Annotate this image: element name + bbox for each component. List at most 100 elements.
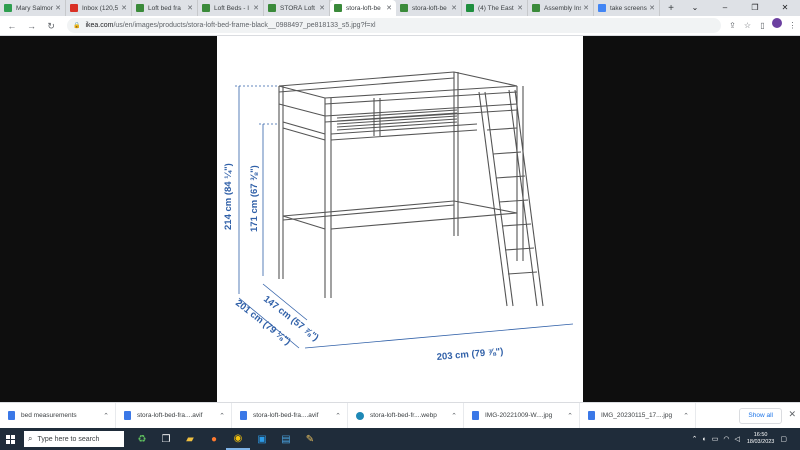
tab-0[interactable]: Mary Salmon ✕ bbox=[0, 0, 66, 16]
tab-2[interactable]: Loft bed fra ✕ bbox=[132, 0, 198, 16]
favicon-icon bbox=[4, 4, 12, 12]
tab-close-icon[interactable]: ✕ bbox=[386, 4, 392, 12]
search-placeholder: Type here to search bbox=[37, 435, 100, 443]
tab-title: Assembly Ins bbox=[544, 4, 582, 12]
tab-title: Loft Beds - I bbox=[214, 4, 250, 12]
task-view-icon[interactable]: ❐ bbox=[154, 428, 178, 450]
tab-title: take screens bbox=[610, 4, 647, 12]
tab-strip: Mary Salmon ✕ Inbox (120,5 ✕ Loft bed fra ✕ Lo… bbox=[0, 0, 800, 16]
clock-date: 18/03/2023 bbox=[746, 439, 775, 445]
chevron-up-icon[interactable]: ⌃ bbox=[103, 412, 109, 420]
tab-title: stora-loft-be bbox=[412, 4, 447, 12]
tab-close-icon[interactable]: ✕ bbox=[583, 4, 589, 12]
file-explorer-icon[interactable]: ▰ bbox=[178, 428, 202, 450]
share-icon[interactable]: ⇪ bbox=[725, 18, 740, 33]
tab-title: Mary Salmon bbox=[16, 4, 54, 12]
close-icon[interactable]: ✕ bbox=[788, 409, 796, 420]
download-item[interactable]: bed measurements ⌃ bbox=[0, 402, 116, 429]
favicon-icon bbox=[598, 4, 606, 12]
tab-1[interactable]: Inbox (120,5 ✕ bbox=[66, 0, 132, 16]
clock[interactable]: 16:50 18/03/2023 bbox=[747, 432, 775, 446]
lock-icon[interactable]: 🔒 bbox=[73, 22, 80, 29]
download-filename: stora-loft-bed-fr....webp bbox=[370, 412, 437, 419]
chrome-icon[interactable]: ◉ bbox=[226, 428, 250, 450]
download-item[interactable]: IMG-20221009-W....jpg ⌃ bbox=[464, 402, 580, 429]
tab-list: Mary Salmon ✕ Inbox (120,5 ✕ Loft bed fra ✕ Lo… bbox=[0, 0, 660, 16]
photos-icon[interactable]: ▤ bbox=[274, 428, 298, 450]
start-button[interactable] bbox=[0, 428, 20, 450]
volume-icon[interactable]: ◁ bbox=[734, 435, 739, 443]
minimize-button[interactable]: – bbox=[710, 0, 740, 16]
chevron-up-icon[interactable]: ⌃ bbox=[335, 412, 341, 420]
more-menu-icon[interactable]: ⋮ bbox=[785, 18, 800, 33]
dimension-total-height: 214 cm (84 ¼") bbox=[223, 163, 234, 230]
favicon-icon bbox=[466, 4, 474, 12]
dimension-width: 147 cm (57 ⅞") bbox=[261, 294, 320, 344]
tab-title: STORÅ Loft bbox=[280, 4, 315, 12]
chevron-up-icon[interactable]: ⌃ bbox=[683, 412, 689, 420]
bed-frame bbox=[278, 71, 544, 307]
tab-close-icon[interactable]: ✕ bbox=[253, 4, 259, 12]
download-filename: stora-loft-bed-fra....avif bbox=[253, 412, 319, 419]
url-host: ikea.com bbox=[85, 22, 114, 29]
download-list: bed measurements ⌃ stora-loft-bed-fra....a… bbox=[0, 402, 696, 429]
show-all-button[interactable]: Show all bbox=[739, 408, 782, 424]
recycle-icon[interactable]: ♻ bbox=[130, 428, 154, 450]
new-tab-button[interactable]: + bbox=[664, 2, 678, 16]
address-bar[interactable]: 🔒 ikea.com/us/en/images/products/stora-l… bbox=[66, 18, 721, 33]
bookmark-star-icon[interactable]: ☆ bbox=[740, 18, 755, 33]
clock-time: 16:50 bbox=[753, 432, 768, 438]
file-icon bbox=[240, 411, 247, 420]
url-text: ikea.com/us/en/images/products/stora-lof… bbox=[85, 22, 375, 29]
chevron-up-icon[interactable]: ⌃ bbox=[692, 435, 698, 443]
taskbar-search-box[interactable]: ⌕ Type here to search bbox=[24, 431, 124, 447]
tab-3[interactable]: Loft Beds - I ✕ bbox=[198, 0, 264, 16]
tab-9[interactable]: take screens ✕ bbox=[594, 0, 660, 16]
sidepanel-icon[interactable]: ▯ bbox=[755, 18, 770, 33]
tab-5[interactable]: stora-loft-be ✕ bbox=[330, 0, 396, 16]
browser-toolbar: ← → ↻ 🔒 ikea.com/us/en/images/products/s… bbox=[0, 16, 800, 36]
paint-icon[interactable]: ✎ bbox=[298, 428, 322, 450]
wifi-icon[interactable]: ◠ bbox=[723, 435, 729, 443]
tab-close-icon[interactable]: ✕ bbox=[121, 4, 127, 12]
download-item[interactable]: stora-loft-bed-fra....avif ⌃ bbox=[116, 402, 232, 429]
firefox-icon[interactable]: ● bbox=[202, 428, 226, 450]
tab-close-icon[interactable]: ✕ bbox=[187, 4, 193, 12]
back-arrow-icon[interactable]: ← bbox=[4, 18, 20, 34]
forward-arrow-icon[interactable]: → bbox=[24, 18, 40, 34]
download-item[interactable]: IMG_20230115_17....jpg ⌃ bbox=[580, 402, 696, 429]
tab-title: Loft bed fra bbox=[148, 4, 181, 12]
chevron-up-icon[interactable]: ⌃ bbox=[451, 412, 457, 420]
tab-close-icon[interactable]: ✕ bbox=[319, 4, 325, 12]
monitor-app-icon[interactable]: ▣ bbox=[250, 428, 274, 450]
notifications-icon[interactable]: ▢ bbox=[780, 435, 787, 443]
tab-7[interactable]: (4) The East ✕ bbox=[462, 0, 528, 16]
url-path: /us/en/images/products/stora-loft-bed-fr… bbox=[113, 22, 376, 29]
windows-logo-icon bbox=[5, 434, 15, 444]
close-button[interactable]: ✕ bbox=[770, 0, 800, 16]
tab-close-icon[interactable]: ✕ bbox=[451, 4, 457, 12]
tab-close-icon[interactable]: ✕ bbox=[517, 4, 523, 12]
chevron-up-icon[interactable]: ⌃ bbox=[219, 412, 225, 420]
download-filename: IMG_20230115_17....jpg bbox=[601, 412, 673, 419]
tab-close-icon[interactable]: ✕ bbox=[649, 4, 655, 12]
reload-icon[interactable]: ↻ bbox=[43, 18, 59, 34]
favicon-icon bbox=[70, 4, 78, 12]
battery-icon[interactable]: ▭ bbox=[712, 435, 719, 443]
restore-button[interactable]: ❐ bbox=[740, 0, 770, 16]
favicon-icon bbox=[136, 4, 144, 12]
tab-title: Inbox (120,5 bbox=[82, 4, 119, 12]
loft-bed-drawing: 214 cm (84 ¼") 171 cm (67 ⅜") 147 cm (57… bbox=[223, 71, 574, 363]
network-icon[interactable]: ◐ bbox=[702, 436, 706, 443]
download-item[interactable]: stora-loft-bed-fr....webp ⌃ bbox=[348, 402, 464, 429]
tab-close-icon[interactable]: ✕ bbox=[55, 4, 61, 12]
avatar[interactable] bbox=[770, 18, 785, 33]
tab-8[interactable]: Assembly Ins ✕ bbox=[528, 0, 594, 16]
tab-4[interactable]: STORÅ Loft ✕ bbox=[264, 0, 330, 16]
chevron-up-icon[interactable]: ⌃ bbox=[567, 412, 573, 420]
tab-6[interactable]: stora-loft-be ✕ bbox=[396, 0, 462, 16]
favicon-icon bbox=[202, 4, 210, 12]
download-item[interactable]: stora-loft-bed-fra....avif ⌃ bbox=[232, 402, 348, 429]
window-controls: ⌄ – ❐ ✕ bbox=[680, 0, 800, 16]
chevron-down-icon[interactable]: ⌄ bbox=[680, 0, 710, 16]
